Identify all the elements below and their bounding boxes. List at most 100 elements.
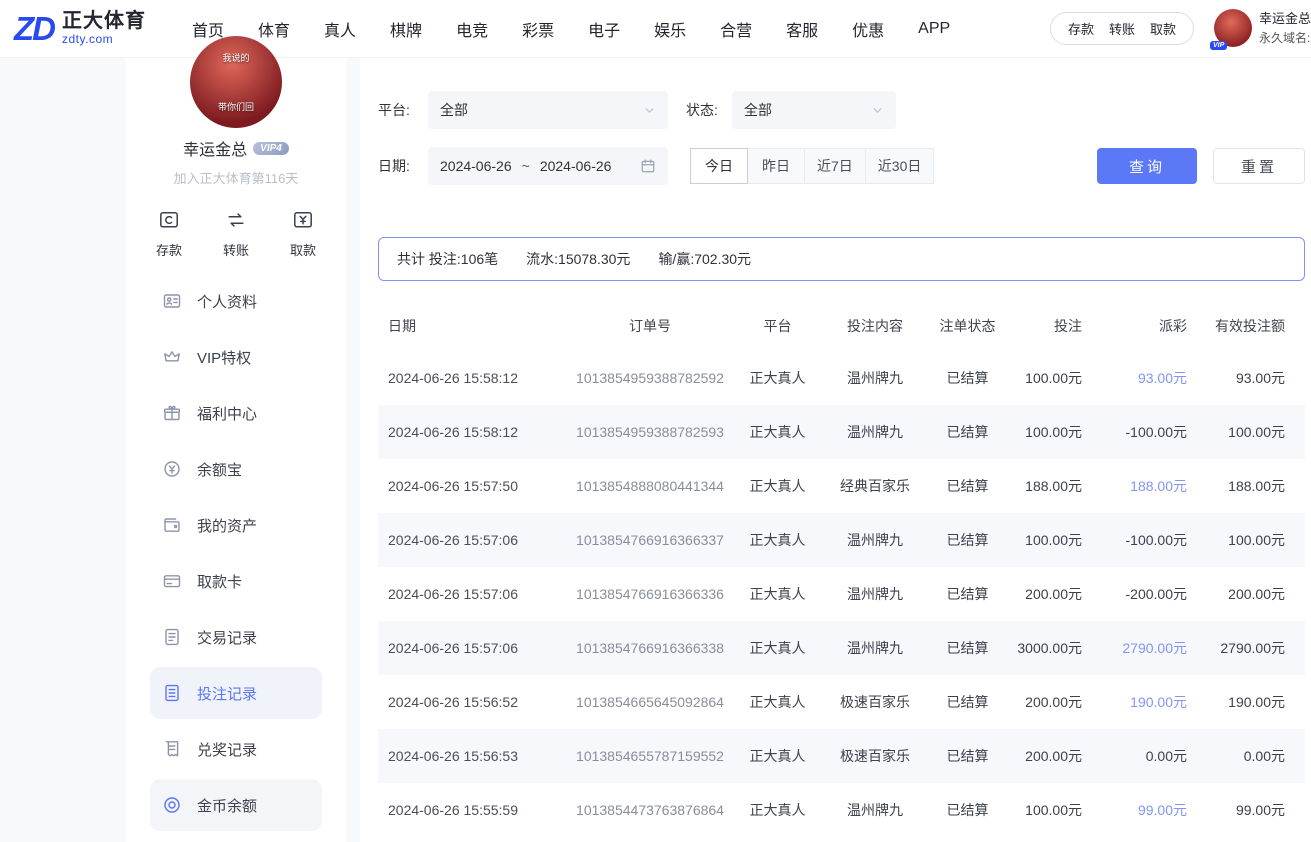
- cell-status: 已结算: [930, 675, 1005, 729]
- sidebar-item-yuebao[interactable]: 余额宝: [150, 443, 322, 495]
- wallet-action-deposit[interactable]: 存款: [1068, 19, 1094, 38]
- sidebar-item-rebate[interactable]: 实时返水: [150, 835, 322, 842]
- nav-item-chess[interactable]: 棋牌: [390, 17, 422, 41]
- cell-payout: -100.00元: [1090, 513, 1195, 567]
- table-row: 2024-06-26 15:58:12 1013854959388782592 …: [378, 351, 1305, 405]
- col-date: 日期: [378, 301, 565, 351]
- cell-payout: 93.00元: [1090, 351, 1195, 405]
- reset-button[interactable]: 重置: [1213, 148, 1305, 184]
- sidebar-item-redeem-records[interactable]: 兑奖记录: [150, 723, 322, 775]
- summary-bar: 共计 投注:106笔 流水:15078.30元 输/赢:702.30元: [378, 237, 1305, 281]
- cell-status: 已结算: [930, 729, 1005, 783]
- sidebar-item-transactions[interactable]: 交易记录: [150, 611, 322, 663]
- nav-item-live-casino[interactable]: 真人: [324, 17, 356, 41]
- sidebar-item-bet-records[interactable]: 投注记录: [150, 667, 322, 719]
- nav-item-slots[interactable]: 电子: [588, 17, 620, 41]
- sidebar-item-welfare[interactable]: 福利中心: [150, 387, 322, 439]
- query-button[interactable]: 查询: [1097, 148, 1197, 184]
- cell-order: 1013854888080441344: [565, 459, 735, 513]
- wallet-action-transfer[interactable]: 转账: [1109, 19, 1135, 38]
- user-avatar[interactable]: VIP: [1214, 9, 1252, 47]
- cell-platform: 正大真人: [735, 513, 820, 567]
- gift-icon: [162, 403, 182, 423]
- cell-platform: 正大真人: [735, 459, 820, 513]
- cell-order: 1013854959388782593: [565, 405, 735, 459]
- sidebar-item-assets[interactable]: 我的资产: [150, 499, 322, 551]
- profile-username-row: 幸运金总 VIP4: [126, 136, 346, 160]
- filter-row-2: 日期: 2024-06-26 ~ 2024-06-26 今日 昨日 近7日 近3…: [378, 147, 1305, 185]
- sidebar-rail: 我说的 带你们回 幸运金总 VIP4 加入正大体育第116天 存款: [0, 58, 360, 842]
- header-right: 存款 转账 取款 VIP 幸运金总 永久域名:: [1050, 9, 1311, 48]
- profile-username: 幸运金总: [183, 136, 247, 160]
- nav-item-partnership[interactable]: 合营: [720, 17, 752, 41]
- sidebar-item-label: 交易记录: [197, 627, 257, 648]
- range-30days-button[interactable]: 近30日: [865, 148, 935, 184]
- brand-logo[interactable]: ZD 正大体育 zdty.com: [14, 10, 182, 47]
- cell-status: 已结算: [930, 405, 1005, 459]
- col-bet: 投注: [1005, 301, 1090, 351]
- table-row: 2024-06-26 15:58:12 1013854959388782593 …: [378, 405, 1305, 459]
- cell-date: 2024-06-26 15:58:12: [378, 405, 565, 459]
- cell-bet: 100.00元: [1005, 351, 1090, 405]
- chevron-down-icon: [643, 104, 656, 117]
- nav-item-promotions[interactable]: 优惠: [852, 17, 884, 41]
- quick-action-withdraw[interactable]: 取款: [290, 209, 316, 259]
- cell-valid: 2790.00元: [1195, 621, 1305, 675]
- date-filter-label: 日期:: [378, 156, 416, 176]
- sidebar-item-vip[interactable]: VIP特权: [150, 331, 322, 383]
- sidebar-menu: 个人资料 VIP特权 福利中心 余额宝 我的资产: [126, 275, 346, 842]
- avatar-caption-bottom: 带你们回: [218, 100, 254, 113]
- nav-item-esports[interactable]: 电竞: [456, 17, 488, 41]
- status-filter-label: 状态:: [686, 100, 722, 120]
- chevron-down-icon: [871, 104, 884, 117]
- sidebar-item-label: 兑奖记录: [197, 739, 257, 760]
- cell-status: 已结算: [930, 459, 1005, 513]
- brand-mark: ZD: [14, 12, 54, 45]
- sidebar-item-label: 个人资料: [197, 291, 257, 312]
- quick-action-transfer[interactable]: 转账: [223, 209, 249, 259]
- nav-item-lottery[interactable]: 彩票: [522, 17, 554, 41]
- platform-select[interactable]: 全部: [428, 91, 668, 129]
- range-today-button[interactable]: 今日: [690, 148, 748, 184]
- cell-payout: 99.00元: [1090, 783, 1195, 837]
- nav-item-sports[interactable]: 体育: [258, 17, 290, 41]
- date-range-input[interactable]: 2024-06-26 ~ 2024-06-26: [428, 147, 668, 185]
- summary-winloss: 输/赢:702.30元: [658, 249, 751, 269]
- nav-item-app[interactable]: APP: [918, 20, 950, 38]
- id-card-icon: [162, 291, 182, 311]
- sidebar-item-profile[interactable]: 个人资料: [150, 275, 322, 327]
- quick-actions: 存款 转账 取款: [126, 209, 346, 259]
- header-username: 幸运金总: [1259, 9, 1311, 29]
- sidebar-item-coin-balance[interactable]: 金币余额: [150, 779, 322, 831]
- cell-date: 2024-06-26 15:57:06: [378, 513, 565, 567]
- nav-item-support[interactable]: 客服: [786, 17, 818, 41]
- profile-avatar[interactable]: 我说的 带你们回: [190, 36, 282, 128]
- nav-item-home[interactable]: 首页: [192, 17, 224, 41]
- cell-status: 已结算: [930, 783, 1005, 837]
- table-row: 2024-06-26 15:57:06 1013854766916366338 …: [378, 621, 1305, 675]
- page-body: 我说的 带你们回 幸运金总 VIP4 加入正大体育第116天 存款: [0, 58, 1311, 842]
- col-content: 投注内容: [820, 301, 930, 351]
- cell-content: 温州牌九: [820, 351, 930, 405]
- bet-list-icon: [162, 683, 182, 703]
- cell-order: 1013854766916366336: [565, 567, 735, 621]
- col-platform: 平台: [735, 301, 820, 351]
- user-block: VIP 幸运金总 永久域名:: [1214, 9, 1311, 48]
- status-select[interactable]: 全部: [732, 91, 896, 129]
- platform-filter-label: 平台:: [378, 100, 416, 120]
- sidebar-item-withdraw-card[interactable]: 取款卡: [150, 555, 322, 607]
- nav-item-entertainment[interactable]: 娱乐: [654, 17, 686, 41]
- join-days-text: 加入正大体育第116天: [126, 168, 346, 187]
- wallet-action-withdraw[interactable]: 取款: [1150, 19, 1176, 38]
- bank-card-icon: [162, 571, 182, 591]
- range-yesterday-button[interactable]: 昨日: [747, 148, 805, 184]
- cell-platform: 正大真人: [735, 351, 820, 405]
- cell-payout: -100.00元: [1090, 405, 1195, 459]
- cell-date: 2024-06-26 15:57:50: [378, 459, 565, 513]
- cell-platform: 正大真人: [735, 621, 820, 675]
- range-7days-button[interactable]: 近7日: [804, 148, 866, 184]
- quick-action-deposit[interactable]: 存款: [156, 209, 182, 259]
- cell-bet: 200.00元: [1005, 729, 1090, 783]
- table-row: 2024-06-26 15:57:06 1013854766916366336 …: [378, 567, 1305, 621]
- cell-order: 1013854766916366337: [565, 513, 735, 567]
